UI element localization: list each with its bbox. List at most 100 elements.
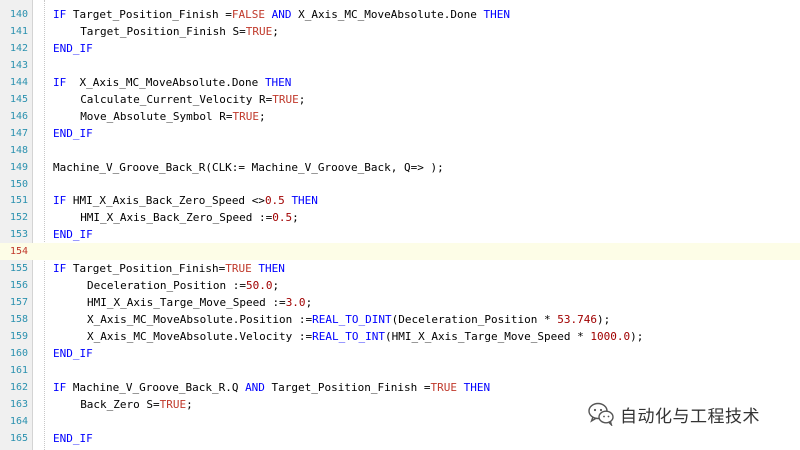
- code-line[interactable]: 154: [0, 243, 800, 261]
- identifier-token: HMI_X_Axis_Targe_Move_Speed: [87, 296, 273, 310]
- operator-token: <>: [251, 194, 265, 208]
- literal-token: TRUE: [232, 109, 260, 123]
- identifier-token: HMI_X_Axis_Back_Zero_Speed: [66, 194, 252, 208]
- code-text: HMI_X_Axis_Back_Zero_Speed :=0.5;: [80, 209, 299, 226]
- line-number: 143: [9, 59, 28, 71]
- keyword-token: END_IF: [53, 347, 93, 360]
- code-line[interactable]: 162 IF Machine_V_Groove_Back_R.Q AND Targ…: [0, 379, 800, 396]
- code-text: Deceleration_Position :=50.0;: [87, 277, 279, 294]
- keyword-token: REAL_TO_INT: [312, 330, 386, 344]
- code-text: END_IF: [53, 430, 93, 447]
- code-line[interactable]: 143: [0, 57, 800, 74]
- identifier-token: X_Axis_MC_MoveAbsolute.Velocity: [87, 330, 299, 344]
- identifier-token: Back_Zero: [80, 397, 147, 411]
- keyword-token: IF: [53, 194, 67, 208]
- keyword-token: IF: [53, 380, 67, 394]
- identifier-token: (Deceleration_Position: [391, 313, 544, 327]
- code-line[interactable]: 147 END_IF: [0, 125, 800, 142]
- code-line[interactable]: 140 IF Target_Position_Finish =FALSE AND …: [0, 6, 800, 23]
- code-line[interactable]: 156 Deceleration_Position :=50.0;: [0, 277, 800, 294]
- keyword-token: REAL_TO_DINT: [312, 313, 392, 327]
- identifier-token: Move_Absolute_Symbol: [80, 109, 220, 123]
- line-number: 162: [9, 381, 28, 393]
- line-number: 158: [9, 314, 28, 326]
- operator-token: ;: [272, 24, 279, 38]
- literal-token: TRUE: [272, 92, 299, 106]
- identifier-token: Target_Position_Finish: [66, 8, 226, 21]
- operator-token: :=: [259, 211, 273, 225]
- identifier-token: );: [596, 313, 611, 327]
- line-number: 140: [9, 9, 28, 20]
- keyword-token: END_IF: [53, 431, 93, 445]
- keyword-token: IF: [53, 75, 67, 89]
- line-number: 153: [9, 229, 28, 241]
- line-number: 152: [9, 212, 28, 224]
- code-line[interactable]: 146 Move_Absolute_Symbol R=TRUE;: [0, 108, 800, 125]
- code-line[interactable]: 141 Target_Position_Finish S=TRUE;: [0, 23, 800, 40]
- code-text: END_IF: [53, 226, 93, 243]
- keyword-token: END_IF: [53, 41, 93, 55]
- identifier-token: Target_Position_Finish: [80, 24, 233, 38]
- code-line[interactable]: 157 HMI_X_Axis_Targe_Move_Speed :=3.0;: [0, 294, 800, 311]
- line-number: 160: [9, 348, 28, 359]
- operator-token: *: [577, 330, 584, 344]
- code-line[interactable]: 165 END_IF: [0, 430, 800, 447]
- code-text: IF Target_Position_Finish=TRUE THEN: [53, 260, 285, 277]
- operator-token: :=: [272, 296, 286, 310]
- code-text: IF Target_Position_Finish =FALSE AND X_A…: [53, 6, 510, 23]
- keyword-token: IF: [53, 262, 67, 276]
- keyword-token: IF: [53, 8, 67, 21]
- code-editor[interactable]: 140 IF Target_Position_Finish =FALSE AND …: [0, 0, 800, 450]
- code-line[interactable]: 155 IF Target_Position_Finish=TRUE THEN: [0, 260, 800, 277]
- keyword-token: END_IF: [53, 228, 93, 242]
- code-line[interactable]: 142 END_IF: [0, 40, 800, 57]
- identifier-token: HMI_X_Axis_Back_Zero_Speed: [80, 211, 259, 225]
- operator-token: =: [225, 8, 232, 21]
- code-line[interactable]: 152 HMI_X_Axis_Back_Zero_Speed :=0.5;: [0, 209, 800, 226]
- identifier-token: );: [630, 330, 644, 344]
- code-text: IF HMI_X_Axis_Back_Zero_Speed <>0.5 THEN: [53, 192, 318, 209]
- line-number: 155: [9, 263, 28, 275]
- identifier-token: Target_Position_Finish: [264, 380, 424, 394]
- code-line[interactable]: 159 X_Axis_MC_MoveAbsolute.Velocity :=REA…: [0, 328, 800, 345]
- line-number: 142: [9, 42, 28, 54]
- code-line[interactable]: 145 Calculate_Current_Velocity R=TRUE;: [0, 91, 800, 108]
- line-number: 161: [9, 364, 28, 376]
- code-line[interactable]: 150: [0, 176, 800, 193]
- line-number: 146: [9, 110, 28, 122]
- identifier-token: Target_Position_Finish: [66, 262, 219, 276]
- code-line[interactable]: 161: [0, 362, 800, 379]
- identifier-token: [457, 381, 464, 394]
- watermark-text: 自动化与工程技术: [620, 406, 760, 427]
- line-number: 150: [9, 178, 28, 190]
- code-line[interactable]: 144 IF X_Axis_MC_MoveAbsolute.Done THEN: [0, 74, 800, 91]
- identifier-token: X_Axis_MC_MoveAbsolute.Done: [66, 75, 265, 89]
- operator-token: ;: [305, 296, 313, 310]
- code-line[interactable]: 151 IF HMI_X_Axis_Back_Zero_Speed <>0.5 T…: [0, 192, 800, 209]
- number-token: 50.0: [245, 279, 273, 293]
- code-text: Machine_V_Groove_Back_R(CLK:= Machine_V_…: [53, 159, 444, 176]
- code-line[interactable]: 148: [0, 142, 800, 159]
- code-line[interactable]: 153 END_IF: [0, 226, 800, 243]
- literal-token: TRUE: [225, 262, 252, 276]
- code-line[interactable]: 149 Machine_V_Groove_Back_R(CLK:= Machine…: [0, 159, 800, 176]
- code-line[interactable]: 160 END_IF: [0, 345, 800, 362]
- line-number: 159: [9, 331, 28, 343]
- operator-token: *: [543, 313, 551, 327]
- operator-token: ;: [292, 211, 299, 225]
- literal-token: TRUE: [245, 24, 273, 38]
- code-text: HMI_X_Axis_Targe_Move_Speed :=3.0;: [87, 294, 312, 311]
- number-token: 0.5: [264, 194, 285, 208]
- code-line[interactable]: 158 X_Axis_MC_MoveAbsolute.Position :=REA…: [0, 311, 800, 328]
- keyword-token: THEN: [264, 75, 292, 89]
- identifier-token: X_Axis_MC_MoveAbsolute.Position: [87, 313, 299, 327]
- line-number: 165: [9, 432, 28, 444]
- code-text: X_Axis_MC_MoveAbsolute.Position :=REAL_T…: [87, 311, 610, 328]
- code-text: END_IF: [53, 345, 93, 362]
- line-number: 141: [9, 25, 28, 37]
- keyword-token: END_IF: [53, 126, 93, 140]
- operator-token: ;: [272, 279, 280, 293]
- keyword-token: AND: [245, 380, 265, 394]
- watermark: 自动化与工程技术: [588, 398, 760, 430]
- code-text: IF X_Axis_MC_MoveAbsolute.Done THEN: [53, 74, 291, 91]
